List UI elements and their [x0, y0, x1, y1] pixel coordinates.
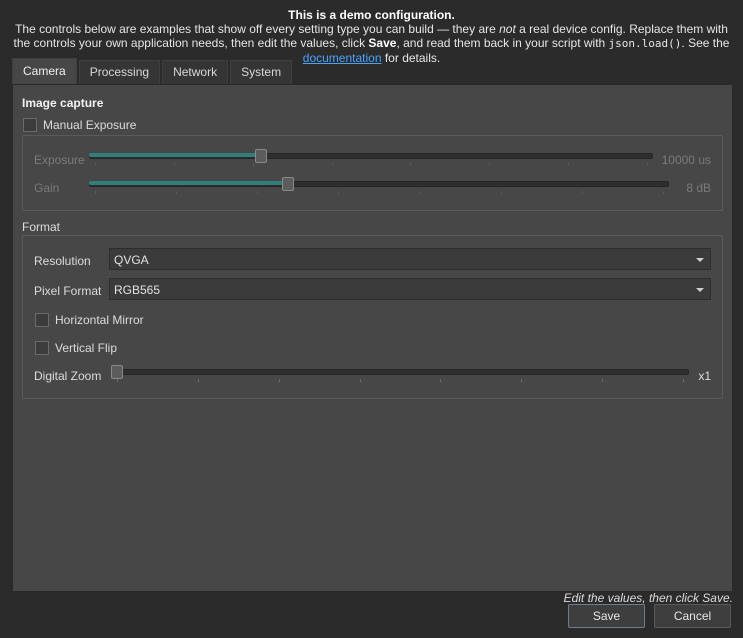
- slider-tick: [410, 163, 411, 166]
- exposure-value: 10000 us: [661, 153, 711, 167]
- slider-tick: [602, 379, 603, 382]
- resolution-select[interactable]: QVGA: [109, 248, 711, 270]
- exposure-label: Exposure: [34, 153, 85, 167]
- slider-tick: [176, 191, 177, 194]
- chevron-down-icon: [696, 288, 704, 292]
- info-banner: This is a demo configuration. The contro…: [0, 8, 743, 65]
- image-capture-title: Image capture: [22, 96, 104, 110]
- exposure-slider[interactable]: [89, 146, 653, 166]
- slider-track: [111, 369, 689, 375]
- format-group: Resolution QVGA Pixel Format RGB565 Hori…: [22, 235, 723, 399]
- digital-zoom-label: Digital Zoom: [34, 369, 102, 383]
- manual-exposure-checkbox[interactable]: Manual Exposure: [23, 118, 136, 132]
- slider-tick: [95, 163, 96, 166]
- slider-tick: [683, 379, 684, 382]
- tab-network[interactable]: Network: [162, 60, 229, 84]
- pixel-format-value: RGB565: [114, 283, 161, 297]
- slider-tick: [420, 191, 421, 194]
- slider-tick: [360, 379, 361, 382]
- slider-tick: [501, 191, 502, 194]
- horizontal-mirror-label: Horizontal Mirror: [55, 313, 144, 327]
- chevron-down-icon: [696, 258, 704, 262]
- horizontal-mirror-checkbox[interactable]: Horizontal Mirror: [35, 313, 144, 327]
- digital-zoom-slider[interactable]: [111, 362, 689, 382]
- gain-value: 8 dB: [686, 181, 711, 195]
- documentation-link[interactable]: documentation: [303, 51, 382, 65]
- slider-tick: [440, 379, 441, 382]
- slider-tick: [647, 163, 648, 166]
- tab-bar: Camera Processing Network System: [12, 58, 294, 84]
- slider-handle[interactable]: [111, 365, 123, 379]
- slider-tick: [663, 191, 664, 194]
- checkbox-box[interactable]: [35, 313, 49, 327]
- slider-tick: [253, 163, 254, 166]
- gain-label: Gain: [34, 181, 60, 195]
- cancel-button[interactable]: Cancel: [654, 604, 731, 628]
- vertical-flip-checkbox[interactable]: Vertical Flip: [35, 341, 117, 355]
- vertical-flip-label: Vertical Flip: [55, 341, 118, 355]
- slider-tick: [332, 163, 333, 166]
- slider-tick: [489, 163, 490, 166]
- digital-zoom-value: x1: [698, 369, 711, 383]
- slider-tick: [117, 379, 118, 382]
- slider-handle[interactable]: [282, 177, 294, 191]
- exposure-group: Exposure 10000 us Gain 8 dB: [22, 135, 723, 211]
- slider-tick: [95, 191, 96, 194]
- slider-tick: [279, 379, 280, 382]
- slider-fill: [89, 181, 288, 185]
- slider-tick: [257, 191, 258, 194]
- slider-tick: [338, 191, 339, 194]
- slider-tick: [174, 163, 175, 166]
- slider-tick: [198, 379, 199, 382]
- tab-camera[interactable]: Camera: [12, 58, 77, 84]
- camera-panel: Image capture Manual Exposure Exposure 1…: [12, 84, 733, 592]
- manual-exposure-label: Manual Exposure: [43, 118, 137, 132]
- slider-handle[interactable]: [255, 149, 267, 163]
- slider-tick: [568, 163, 569, 166]
- slider-tick: [582, 191, 583, 194]
- footer-hint: Edit the values, then click Save.: [563, 591, 733, 605]
- checkbox-box[interactable]: [23, 118, 37, 132]
- tab-system[interactable]: System: [230, 60, 293, 84]
- resolution-value: QVGA: [114, 253, 149, 267]
- banner-title: This is a demo configuration.: [288, 8, 455, 22]
- pixel-format-label: Pixel Format: [34, 284, 102, 298]
- gain-slider[interactable]: [89, 174, 669, 194]
- pixel-format-select[interactable]: RGB565: [109, 278, 711, 300]
- slider-fill: [89, 153, 261, 157]
- checkbox-box[interactable]: [35, 341, 49, 355]
- slider-tick: [521, 379, 522, 382]
- save-button[interactable]: Save: [568, 604, 645, 628]
- tab-processing[interactable]: Processing: [78, 60, 161, 84]
- resolution-label: Resolution: [34, 254, 91, 268]
- format-title: Format: [22, 220, 61, 234]
